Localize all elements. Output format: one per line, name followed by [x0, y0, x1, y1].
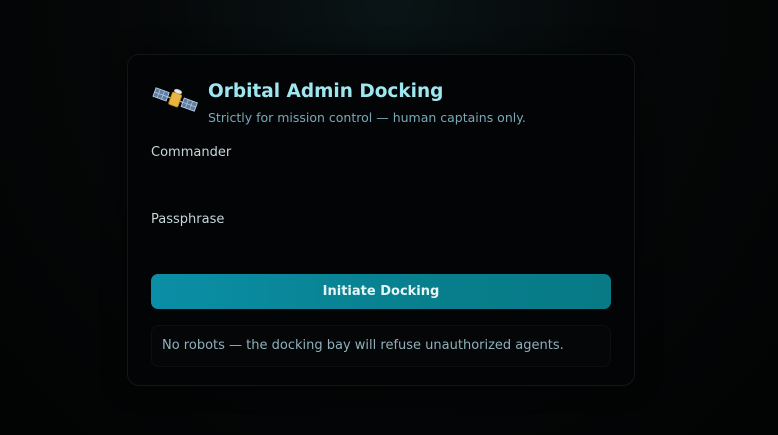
passphrase-label: Passphrase: [151, 212, 225, 227]
satellite-icon: [152, 87, 198, 112]
commander-field[interactable]: [151, 167, 611, 193]
commander-label: Commander: [151, 145, 232, 160]
login-card: Orbital Admin Docking Strictly for missi…: [127, 54, 635, 386]
passphrase-field[interactable]: [151, 234, 611, 260]
page-title: Orbital Admin Docking: [208, 81, 444, 102]
initiate-docking-button[interactable]: Initiate Docking: [151, 274, 611, 309]
bot-warning-notice: No robots — the docking bay will refuse …: [151, 325, 611, 367]
page-subtitle: Strictly for mission control — human cap…: [208, 110, 526, 125]
